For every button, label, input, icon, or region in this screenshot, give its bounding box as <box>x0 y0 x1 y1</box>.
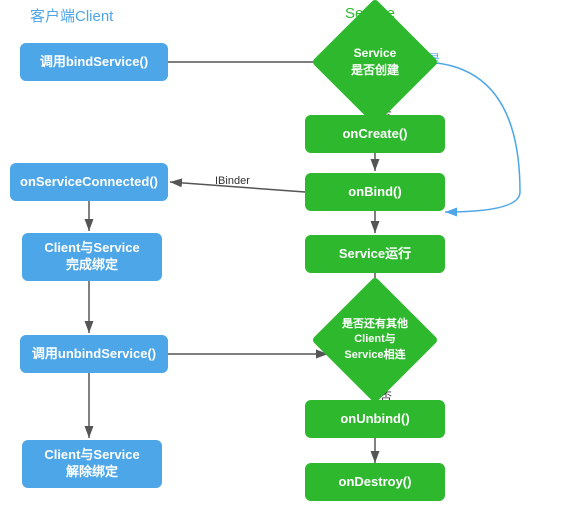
diamond-other-clients-text: 是否还有其他Client与Service相连 <box>334 317 416 363</box>
client-header: 客户端Client <box>30 5 113 26</box>
call-unbind-service-box: 调用unbindService() <box>20 335 168 373</box>
client-bind-complete-box: Client与Service完成绑定 <box>22 233 162 281</box>
on-create-box: onCreate() <box>305 115 445 153</box>
ibinder-label: IBinder <box>215 175 250 187</box>
client-unbind-complete-box: Client与Service解除绑定 <box>22 440 162 488</box>
diagram-container: 客户端Client Service <box>0 0 572 531</box>
diamond-service-created-text: Service是否创建 <box>335 45 415 79</box>
on-service-connected-box: onServiceConnected() <box>10 163 168 201</box>
call-bind-service-box: 调用bindService() <box>20 43 168 81</box>
on-unbind-box: onUnbind() <box>305 400 445 438</box>
diamond-other-clients: 是否还有其他Client与Service相连 <box>330 295 420 385</box>
service-running-box: Service运行 <box>305 235 445 273</box>
diamond-service-created: Service是否创建 <box>330 17 420 107</box>
on-bind-box: onBind() <box>305 173 445 211</box>
on-destroy-box: onDestroy() <box>305 463 445 501</box>
